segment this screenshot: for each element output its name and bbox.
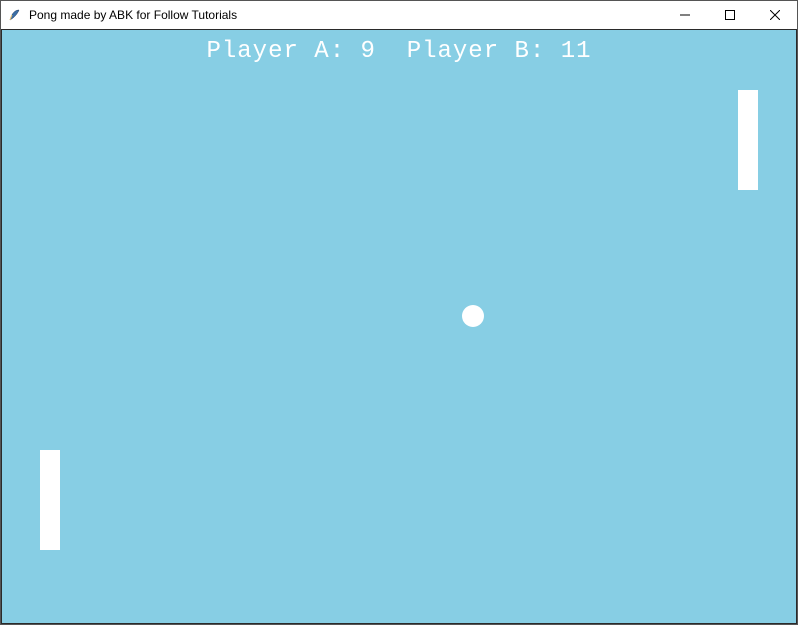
app-icon (7, 7, 23, 23)
window-title: Pong made by ABK for Follow Tutorials (29, 8, 237, 22)
game-canvas[interactable]: Player A: 9 Player B: 11 (1, 29, 797, 624)
titlebar[interactable]: Pong made by ABK for Follow Tutorials (1, 1, 797, 29)
minimize-button[interactable] (662, 1, 707, 29)
ball (462, 305, 484, 327)
score-display: Player A: 9 Player B: 11 (2, 38, 796, 65)
paddle-player-a (40, 450, 60, 550)
maximize-button[interactable] (707, 1, 752, 29)
close-button[interactable] (752, 1, 797, 29)
paddle-player-b (738, 90, 758, 190)
app-window: Pong made by ABK for Follow Tutorials Pl… (0, 0, 798, 625)
window-controls (662, 1, 797, 29)
